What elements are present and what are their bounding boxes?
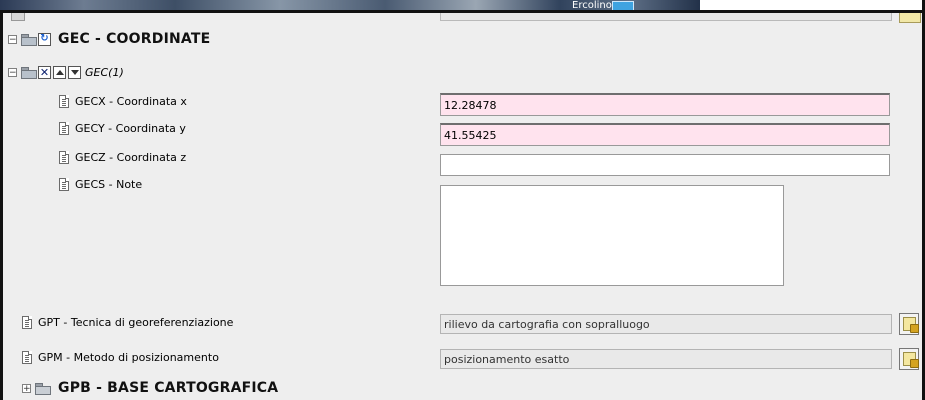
document-icon <box>22 350 32 364</box>
section-header-gpb: + GPB - BASE CARTOGRAFICA <box>22 378 278 398</box>
document-icon <box>59 121 69 135</box>
folder-icon <box>21 66 37 79</box>
form-panel: − ↻ GEC - COORDINATE − ✕ GEC(1) GECX - C… <box>0 10 925 400</box>
field-label: GECS - Note <box>75 177 143 191</box>
close-icon[interactable]: ✕ <box>38 65 51 79</box>
document-icon <box>59 150 69 164</box>
field-row-gecy: GECY - Coordinata y <box>59 118 186 138</box>
previous-lookup-button[interactable] <box>899 13 921 23</box>
group-header-gec-1: − ✕ GEC(1) <box>8 62 124 82</box>
minus-box-icon[interactable]: − <box>8 67 17 77</box>
field-row-gecx: GECX - Coordinata x <box>59 91 187 111</box>
gpm-input[interactable] <box>440 349 892 369</box>
document-icon <box>11 13 25 21</box>
lookup-icon <box>902 352 919 368</box>
plus-box-icon[interactable]: + <box>22 383 31 393</box>
arrow-up-icon[interactable] <box>53 65 66 79</box>
field-row-gpt: GPT - Tecnica di georeferenziazione <box>22 312 233 332</box>
group-label: GEC(1) <box>85 65 124 79</box>
gecx-input[interactable] <box>440 93 890 116</box>
gpt-input[interactable] <box>440 314 892 334</box>
field-row-gecs: GECS - Note <box>59 174 142 194</box>
field-label: GPT - Tecnica di georeferenziazione <box>38 315 234 329</box>
gpt-lookup-button[interactable] <box>899 313 919 335</box>
document-icon <box>59 94 69 108</box>
gpm-lookup-button[interactable] <box>899 348 919 370</box>
minus-box-icon[interactable]: − <box>8 34 17 44</box>
field-label: GPM - Metodo di posizionamento <box>38 350 219 364</box>
folder-icon <box>35 382 51 395</box>
gecz-input[interactable] <box>440 154 890 176</box>
previous-field-input[interactable] <box>440 13 892 21</box>
reload-icon[interactable]: ↻ <box>38 32 51 46</box>
gecy-input[interactable] <box>440 123 890 146</box>
gecs-textarea[interactable] <box>440 185 784 286</box>
document-icon <box>59 177 69 191</box>
field-row-gpm: GPM - Metodo di posizionamento <box>22 347 219 367</box>
arrow-down-icon[interactable] <box>68 65 81 79</box>
field-label: GECZ - Coordinata z <box>75 150 187 164</box>
document-icon <box>22 315 32 329</box>
field-row-gecz: GECZ - Coordinata z <box>59 147 186 167</box>
section-header-gec: − ↻ GEC - COORDINATE <box>8 29 210 49</box>
lookup-icon <box>902 317 919 333</box>
folder-icon <box>21 33 37 46</box>
section-title: GPB - BASE CARTOGRAFICA <box>58 380 279 396</box>
field-label: GECX - Coordinata x <box>75 94 187 108</box>
field-label: GECY - Coordinata y <box>75 121 186 135</box>
section-title: GEC - COORDINATE <box>58 31 211 47</box>
